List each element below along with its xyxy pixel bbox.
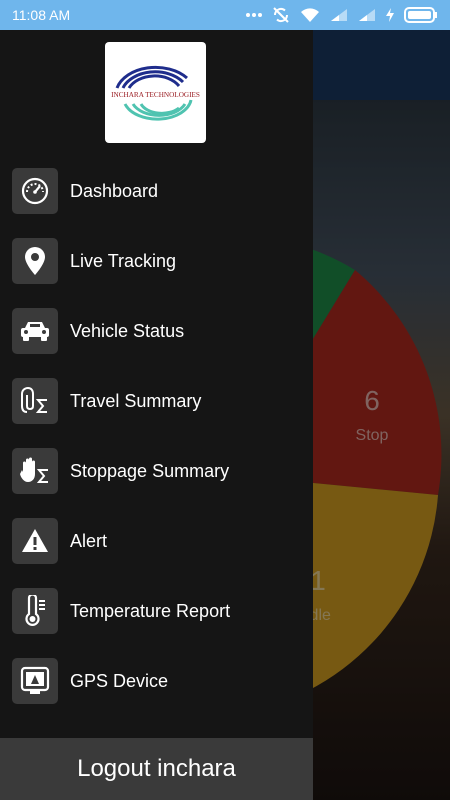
warning-icon xyxy=(12,518,58,564)
menu-label-temperature-report: Temperature Report xyxy=(70,600,231,621)
car-icon xyxy=(12,308,58,354)
gps-device-icon xyxy=(12,658,58,704)
paperclip-sigma-icon xyxy=(12,378,58,424)
logout-button[interactable]: Logout inchara xyxy=(0,738,313,800)
menu-item-gps-device[interactable]: GPS Device xyxy=(0,646,313,716)
menu-label-stoppage-summary: Stoppage Summary xyxy=(70,460,230,481)
battery-icon xyxy=(404,7,437,23)
menu-label-dashboard: Dashboard xyxy=(70,180,159,201)
status-bar: 11:08 AM xyxy=(0,0,450,30)
menu-item-vehicle-status[interactable]: Vehicle Status xyxy=(0,296,313,366)
menu-label-vehicle-status: Vehicle Status xyxy=(70,320,185,341)
menu-label-gps-device: GPS Device xyxy=(70,670,169,691)
sync-off-icon xyxy=(273,7,289,23)
hand-sigma-icon xyxy=(12,448,58,494)
menu-item-temperature-report[interactable]: Temperature Report xyxy=(0,576,313,646)
speedometer-icon xyxy=(12,168,58,214)
charging-icon xyxy=(386,8,394,22)
company-logo: INCHARA TECHNOLOGIES xyxy=(105,42,206,143)
thermometer-icon xyxy=(12,588,58,634)
more-dots-icon xyxy=(246,13,262,17)
navigation-drawer: INCHARA TECHNOLOGIES Dashboard Live Trac… xyxy=(0,30,313,800)
menu-item-travel-summary[interactable]: Travel Summary xyxy=(0,366,313,436)
menu-label-travel-summary: Travel Summary xyxy=(70,390,202,411)
menu-item-dashboard[interactable]: Dashboard xyxy=(0,156,313,226)
menu-item-live-tracking[interactable]: Live Tracking xyxy=(0,226,313,296)
menu-label-alert: Alert xyxy=(70,530,108,551)
menu-label-live-tracking: Live Tracking xyxy=(70,250,177,271)
menu-item-stoppage-summary[interactable]: Stoppage Summary xyxy=(0,436,313,506)
map-pin-icon xyxy=(12,238,58,284)
company-logo-graphic: INCHARA TECHNOLOGIES xyxy=(111,65,200,121)
wifi-icon xyxy=(301,7,319,22)
logo-text: INCHARA TECHNOLOGIES xyxy=(111,91,200,99)
menu-item-alert[interactable]: Alert xyxy=(0,506,313,576)
signal-icon xyxy=(331,9,347,21)
status-icons xyxy=(246,7,438,23)
signal-icon xyxy=(359,9,375,21)
status-time: 11:08 AM xyxy=(12,7,71,23)
drawer-menu: Dashboard Live Tracking Vehicle Status T… xyxy=(0,156,313,716)
